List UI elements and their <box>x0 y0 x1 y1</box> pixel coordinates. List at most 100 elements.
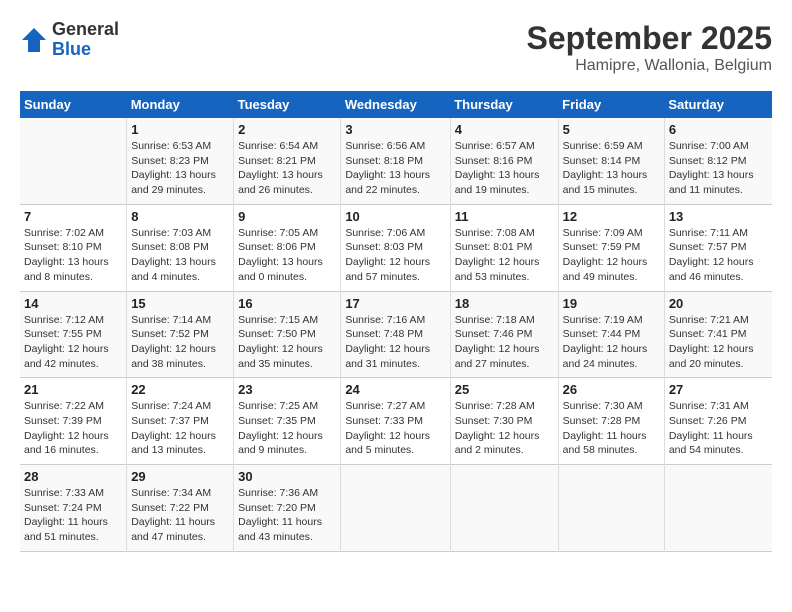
calendar-cell: 7 Sunrise: 7:02 AM Sunset: 8:10 PM Daylig… <box>20 204 127 291</box>
day-number: 25 <box>455 382 554 397</box>
calendar-cell: 24Sunrise: 7:27 AM Sunset: 7:33 PM Dayli… <box>341 378 450 465</box>
calendar-cell: 15Sunrise: 7:14 AM Sunset: 7:52 PM Dayli… <box>127 291 234 378</box>
calendar-cell: 18 Sunrise: 7:18 AM Sunset: 7:46 PM Dayli… <box>450 291 558 378</box>
calendar-cell: 14 Sunrise: 7:12 AM Sunset: 7:55 PM Dayli… <box>20 291 127 378</box>
calendar-cell: 1 Sunrise: 6:53 AM Sunset: 8:23 PM Daylig… <box>127 118 234 204</box>
logo-icon <box>20 26 48 54</box>
day-info: Sunrise: 7:11 AM Sunset: 7:57 PM Dayligh… <box>669 226 768 285</box>
day-number: 20 <box>669 296 768 311</box>
day-info: Sunrise: 7:12 AM Sunset: 7:55 PM Dayligh… <box>24 313 122 372</box>
day-info: Sunrise: 7:33 AM Sunset: 7:24 PM Dayligh… <box>24 486 122 545</box>
day-info: Sunrise: 7:08 AM Sunset: 8:01 PM Dayligh… <box>455 226 554 285</box>
day-info: Sunrise: 7:03 AM Sunset: 8:08 PM Dayligh… <box>131 226 229 285</box>
day-number: 8 <box>131 209 229 224</box>
day-number: 12 <box>563 209 660 224</box>
day-info: Sunrise: 7:34 AM Sunset: 7:22 PM Dayligh… <box>131 486 229 545</box>
day-info: Sunrise: 7:21 AM Sunset: 7:41 PM Dayligh… <box>669 313 768 372</box>
day-info: Sunrise: 7:00 AM Sunset: 8:12 PM Dayligh… <box>669 139 768 198</box>
day-info: Sunrise: 7:31 AM Sunset: 7:26 PM Dayligh… <box>669 399 768 458</box>
day-number: 18 <box>455 296 554 311</box>
logo-blue: Blue <box>52 39 91 59</box>
calendar-cell: 20 Sunrise: 7:21 AM Sunset: 7:41 PM Dayli… <box>664 291 772 378</box>
calendar-cell: 13 Sunrise: 7:11 AM Sunset: 7:57 PM Dayli… <box>664 204 772 291</box>
day-info: Sunrise: 7:28 AM Sunset: 7:30 PM Dayligh… <box>455 399 554 458</box>
calendar-cell: 6 Sunrise: 7:00 AM Sunset: 8:12 PM Daylig… <box>664 118 772 204</box>
day-number: 13 <box>669 209 768 224</box>
calendar-week-row: 28 Sunrise: 7:33 AM Sunset: 7:24 PM Dayli… <box>20 465 772 552</box>
day-info: Sunrise: 7:18 AM Sunset: 7:46 PM Dayligh… <box>455 313 554 372</box>
calendar-week-row: 1 Sunrise: 6:53 AM Sunset: 8:23 PM Daylig… <box>20 118 772 204</box>
calendar-week-row: 14 Sunrise: 7:12 AM Sunset: 7:55 PM Dayli… <box>20 291 772 378</box>
day-number: 22 <box>131 382 229 397</box>
day-info: Sunrise: 7:19 AM Sunset: 7:44 PM Dayligh… <box>563 313 660 372</box>
day-header-tuesday: Tuesday <box>234 91 341 118</box>
calendar-cell: 12 Sunrise: 7:09 AM Sunset: 7:59 PM Dayli… <box>558 204 664 291</box>
day-number: 16 <box>238 296 336 311</box>
day-header-sunday: Sunday <box>20 91 127 118</box>
day-info: Sunrise: 6:54 AM Sunset: 8:21 PM Dayligh… <box>238 139 336 198</box>
page-title: September 2025 <box>527 20 772 57</box>
day-info: Sunrise: 7:36 AM Sunset: 7:20 PM Dayligh… <box>238 486 336 545</box>
day-info: Sunrise: 7:06 AM Sunset: 8:03 PM Dayligh… <box>345 226 445 285</box>
calendar-cell: 10 Sunrise: 7:06 AM Sunset: 8:03 PM Dayli… <box>341 204 450 291</box>
day-header-monday: Monday <box>127 91 234 118</box>
day-info: Sunrise: 7:24 AM Sunset: 7:37 PM Dayligh… <box>131 399 229 458</box>
calendar-cell: 21 Sunrise: 7:22 AM Sunset: 7:39 PM Dayli… <box>20 378 127 465</box>
day-number: 17 <box>345 296 445 311</box>
day-info: Sunrise: 7:22 AM Sunset: 7:39 PM Dayligh… <box>24 399 122 458</box>
day-number: 23 <box>238 382 336 397</box>
day-number: 1 <box>131 122 229 137</box>
day-info: Sunrise: 6:59 AM Sunset: 8:14 PM Dayligh… <box>563 139 660 198</box>
day-number: 21 <box>24 382 122 397</box>
day-number: 14 <box>24 296 122 311</box>
calendar-cell <box>664 465 772 552</box>
calendar-cell: 23 Sunrise: 7:25 AM Sunset: 7:35 PM Dayli… <box>234 378 341 465</box>
calendar-cell: 4Sunrise: 6:57 AM Sunset: 8:16 PM Daylig… <box>450 118 558 204</box>
calendar-cell <box>558 465 664 552</box>
calendar-cell: 3Sunrise: 6:56 AM Sunset: 8:18 PM Daylig… <box>341 118 450 204</box>
day-number: 7 <box>24 209 122 224</box>
calendar-cell: 22 Sunrise: 7:24 AM Sunset: 7:37 PM Dayli… <box>127 378 234 465</box>
day-number: 6 <box>669 122 768 137</box>
day-info: Sunrise: 6:53 AM Sunset: 8:23 PM Dayligh… <box>131 139 229 198</box>
calendar-cell: 25 Sunrise: 7:28 AM Sunset: 7:30 PM Dayli… <box>450 378 558 465</box>
day-info: Sunrise: 7:14 AM Sunset: 7:52 PM Dayligh… <box>131 313 229 372</box>
calendar-cell: 2 Sunrise: 6:54 AM Sunset: 8:21 PM Daylig… <box>234 118 341 204</box>
day-header-friday: Friday <box>558 91 664 118</box>
calendar-cell: 29 Sunrise: 7:34 AM Sunset: 7:22 PM Dayli… <box>127 465 234 552</box>
day-info: Sunrise: 7:05 AM Sunset: 8:06 PM Dayligh… <box>238 226 336 285</box>
day-number: 29 <box>131 469 229 484</box>
calendar-cell: 19 Sunrise: 7:19 AM Sunset: 7:44 PM Dayli… <box>558 291 664 378</box>
calendar-cell: 30 Sunrise: 7:36 AM Sunset: 7:20 PM Dayli… <box>234 465 341 552</box>
day-info: Sunrise: 6:57 AM Sunset: 8:16 PM Dayligh… <box>455 139 554 198</box>
day-number: 9 <box>238 209 336 224</box>
page-subtitle: Hamipre, Wallonia, Belgium <box>527 57 772 75</box>
day-number: 24 <box>345 382 445 397</box>
day-number: 10 <box>345 209 445 224</box>
day-info: Sunrise: 7:25 AM Sunset: 7:35 PM Dayligh… <box>238 399 336 458</box>
day-number: 28 <box>24 469 122 484</box>
day-number: 26 <box>563 382 660 397</box>
day-header-wednesday: Wednesday <box>341 91 450 118</box>
calendar-cell: 17 Sunrise: 7:16 AM Sunset: 7:48 PM Dayli… <box>341 291 450 378</box>
calendar-cell: 9 Sunrise: 7:05 AM Sunset: 8:06 PM Daylig… <box>234 204 341 291</box>
day-info: Sunrise: 7:02 AM Sunset: 8:10 PM Dayligh… <box>24 226 122 285</box>
day-info: Sunrise: 7:09 AM Sunset: 7:59 PM Dayligh… <box>563 226 660 285</box>
calendar-cell: 27Sunrise: 7:31 AM Sunset: 7:26 PM Dayli… <box>664 378 772 465</box>
calendar-cell: 28 Sunrise: 7:33 AM Sunset: 7:24 PM Dayli… <box>20 465 127 552</box>
day-info: Sunrise: 6:56 AM Sunset: 8:18 PM Dayligh… <box>345 139 445 198</box>
calendar-table: SundayMondayTuesdayWednesdayThursdayFrid… <box>20 91 772 552</box>
day-number: 19 <box>563 296 660 311</box>
logo: General Blue <box>20 20 119 60</box>
day-number: 30 <box>238 469 336 484</box>
calendar-header-row: SundayMondayTuesdayWednesdayThursdayFrid… <box>20 91 772 118</box>
day-header-saturday: Saturday <box>664 91 772 118</box>
calendar-week-row: 21 Sunrise: 7:22 AM Sunset: 7:39 PM Dayli… <box>20 378 772 465</box>
calendar-cell <box>341 465 450 552</box>
day-info: Sunrise: 7:16 AM Sunset: 7:48 PM Dayligh… <box>345 313 445 372</box>
day-number: 11 <box>455 209 554 224</box>
title-block: September 2025 Hamipre, Wallonia, Belgiu… <box>527 20 772 75</box>
page-header: General Blue September 2025 Hamipre, Wal… <box>20 20 772 75</box>
calendar-cell: 5Sunrise: 6:59 AM Sunset: 8:14 PM Daylig… <box>558 118 664 204</box>
day-number: 2 <box>238 122 336 137</box>
